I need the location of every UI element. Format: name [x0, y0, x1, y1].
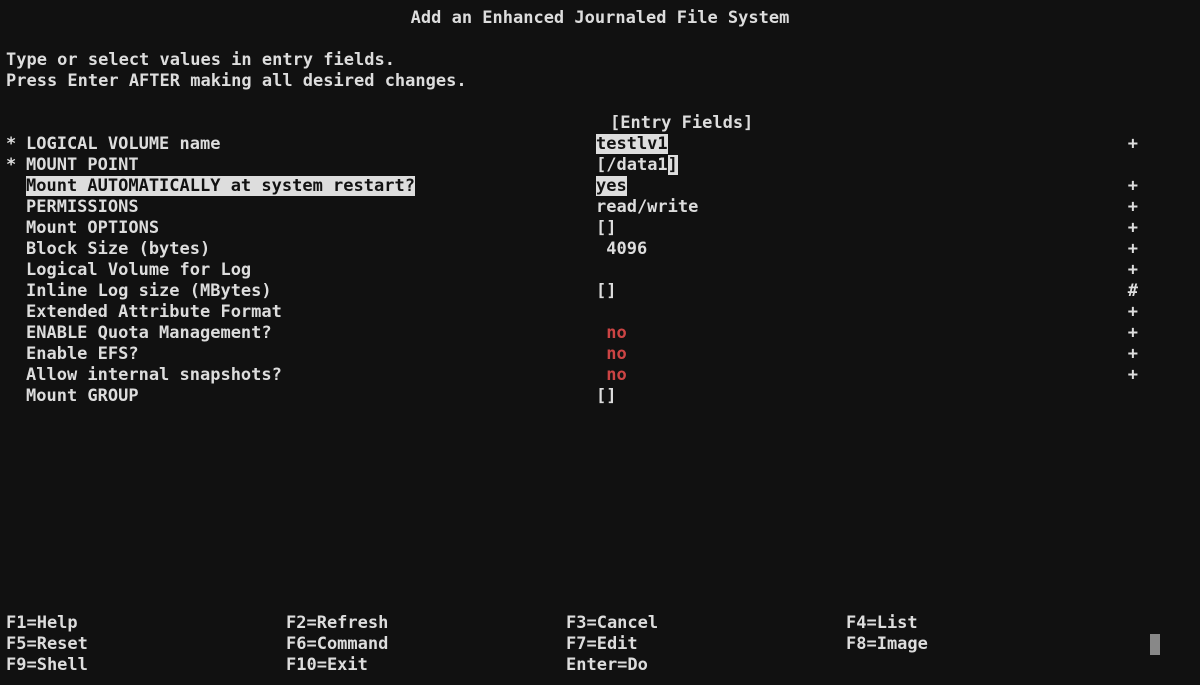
- field-row: *LOGICAL VOLUME nametestlv1 +: [6, 134, 1200, 155]
- bracket-open-icon: [: [596, 218, 606, 238]
- field-row: Extended Attribute Format +: [6, 302, 1200, 323]
- field-label: Allow internal snapshots?: [26, 365, 596, 386]
- field-flag: +: [1128, 365, 1138, 386]
- field-label: PERMISSIONS: [26, 197, 596, 218]
- field-label: Inline Log size (MBytes): [26, 281, 596, 302]
- field-label: Block Size (bytes): [26, 239, 596, 260]
- field-row: Mount OPTIONS[] +: [6, 218, 1200, 239]
- fnkey-row: F5=ResetF6=CommandF7=EditF8=Image: [6, 634, 1194, 655]
- field-label: Enable EFS?: [26, 344, 596, 365]
- field-row: Inline Log size (MBytes)[] #: [6, 281, 1200, 302]
- field-row: Allow internal snapshots? no +: [6, 365, 1200, 386]
- fnkey[interactable]: F2=Refresh: [286, 613, 566, 634]
- field-label: Extended Attribute Format: [26, 302, 596, 323]
- fnkey[interactable]: F3=Cancel: [566, 613, 846, 634]
- fnkey[interactable]: F4=List: [846, 613, 1126, 634]
- fnkey[interactable]: F10=Exit: [286, 655, 566, 676]
- fnkey[interactable]: F9=Shell: [6, 655, 286, 676]
- form-fields: *LOGICAL VOLUME nametestlv1+*MOUNT POINT…: [0, 134, 1200, 407]
- field-value[interactable]: no: [596, 365, 796, 386]
- bracket-open-icon: [: [596, 386, 606, 406]
- field-label: ENABLE Quota Management?: [26, 323, 596, 344]
- field-value[interactable]: []: [596, 386, 796, 407]
- field-value[interactable]: yes: [596, 176, 796, 197]
- bracket-close-icon: ]: [668, 155, 678, 175]
- field-value[interactable]: [/data1]: [596, 155, 796, 176]
- field-value[interactable]: no: [596, 344, 796, 365]
- instructions-line-2: Press Enter AFTER making all desired cha…: [0, 71, 1200, 92]
- field-row: Enable EFS? no +: [6, 344, 1200, 365]
- bracket-open-icon: [: [596, 155, 606, 175]
- field-label: Mount GROUP: [26, 386, 596, 407]
- fnkey[interactable]: Enter=Do: [566, 655, 846, 676]
- field-label: Mount AUTOMATICALLY at system restart?: [26, 176, 596, 197]
- bracket-close-icon: ]: [606, 281, 616, 301]
- field-row: Mount GROUP[]: [6, 386, 1200, 407]
- field-row: Logical Volume for Log +: [6, 260, 1200, 281]
- required-marker: *: [6, 155, 26, 176]
- fnkey[interactable]: F7=Edit: [566, 634, 846, 655]
- field-flag: +: [1128, 260, 1138, 281]
- field-label: Logical Volume for Log: [26, 260, 596, 281]
- field-value[interactable]: []: [596, 281, 796, 302]
- field-row: *MOUNT POINT[/data1]: [6, 155, 1200, 176]
- field-value[interactable]: no: [596, 323, 796, 344]
- field-flag: +: [1128, 176, 1138, 197]
- function-keys: F1=HelpF2=RefreshF3=CancelF4=ListF5=Rese…: [6, 613, 1194, 676]
- field-row: Block Size (bytes) 4096 +: [6, 239, 1200, 260]
- field-label: Mount OPTIONS: [26, 218, 596, 239]
- field-value[interactable]: read/write: [596, 197, 796, 218]
- field-label: MOUNT POINT: [26, 155, 596, 176]
- field-flag: +: [1128, 218, 1138, 239]
- fnkey[interactable]: F5=Reset: [6, 634, 286, 655]
- entry-fields-header: [Entry Fields]: [0, 113, 1200, 134]
- field-flag: +: [1128, 134, 1138, 155]
- fnkey[interactable]: F8=Image: [846, 634, 1126, 655]
- fnkey-row: F1=HelpF2=RefreshF3=CancelF4=List: [6, 613, 1194, 634]
- field-flag: +: [1128, 302, 1138, 323]
- field-row: ENABLE Quota Management? no +: [6, 323, 1200, 344]
- instructions-line-1: Type or select values in entry fields.: [0, 50, 1200, 71]
- field-row: PERMISSIONSread/write +: [6, 197, 1200, 218]
- cursor-icon: [1150, 634, 1160, 655]
- field-flag: +: [1128, 323, 1138, 344]
- page-title: Add an Enhanced Journaled File System: [0, 0, 1200, 50]
- field-value[interactable]: []: [596, 218, 796, 239]
- field-flag: #: [1128, 281, 1138, 302]
- fnkey-row: F9=ShellF10=ExitEnter=Do: [6, 655, 1194, 676]
- fnkey[interactable]: F1=Help: [6, 613, 286, 634]
- bracket-open-icon: [: [596, 281, 606, 301]
- field-value[interactable]: testlv1: [596, 134, 796, 155]
- field-flag: +: [1128, 239, 1138, 260]
- field-value[interactable]: 4096: [596, 239, 796, 260]
- field-flag: +: [1128, 344, 1138, 365]
- bracket-close-icon: ]: [606, 218, 616, 238]
- field-flag: +: [1128, 197, 1138, 218]
- fnkey[interactable]: F6=Command: [286, 634, 566, 655]
- field-label: LOGICAL VOLUME name: [26, 134, 596, 155]
- field-row: Mount AUTOMATICALLY at system restart?ye…: [6, 176, 1200, 197]
- required-marker: *: [6, 134, 26, 155]
- bracket-close-icon: ]: [606, 386, 616, 406]
